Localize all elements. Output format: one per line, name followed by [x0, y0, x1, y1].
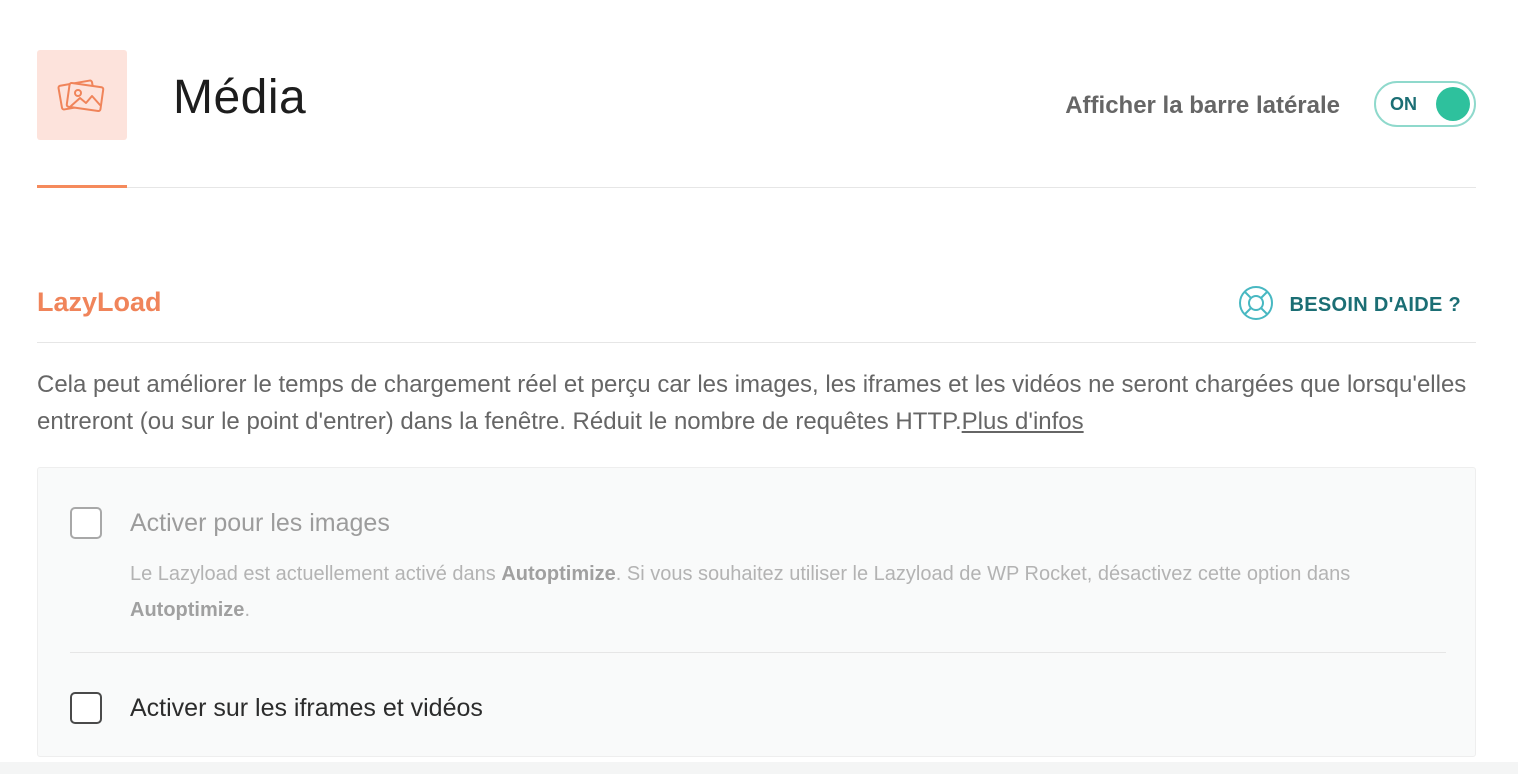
images-option-label: Activer pour les images — [130, 509, 390, 537]
bottom-band — [0, 762, 1518, 774]
page-header: Média Afficher la barre latérale ON — [37, 50, 1476, 188]
media-images-icon — [37, 50, 127, 140]
options-divider — [70, 652, 1446, 653]
sidebar-toggle[interactable]: ON — [1374, 81, 1476, 127]
toggle-knob — [1436, 87, 1470, 121]
section-divider — [37, 342, 1476, 343]
lifebuoy-icon — [1238, 285, 1274, 326]
help-link[interactable]: BESOIN D'AIDE ? — [1238, 285, 1462, 326]
images-option-note: Le Lazyload est actuellement activé dans… — [130, 556, 1430, 628]
more-info-link[interactable]: Plus d'infos — [962, 408, 1084, 435]
images-checkbox[interactable] — [70, 507, 102, 539]
settings-page: Média Afficher la barre latérale ON Lazy… — [0, 0, 1518, 774]
header-divider — [37, 187, 1476, 188]
lazyload-options-panel: Activer pour les images Le Lazyload est … — [37, 467, 1476, 757]
description-text: Cela peut améliorer le temps de chargeme… — [37, 371, 1467, 435]
page-title: Média — [173, 71, 307, 124]
sidebar-toggle-label: Afficher la barre latérale — [1065, 92, 1340, 119]
help-label: BESOIN D'AIDE ? — [1289, 294, 1461, 316]
iframes-videos-checkbox[interactable] — [70, 692, 102, 724]
note-text: Le Lazyload est actuellement activé dans — [130, 563, 502, 585]
header-accent-underline — [37, 185, 127, 188]
section-title: LazyLoad — [37, 287, 162, 317]
section-description: Cela peut améliorer le temps de chargeme… — [37, 366, 1477, 440]
iframes-videos-option-label: Activer sur les iframes et vidéos — [130, 694, 483, 722]
note-plugin-name: Autoptimize — [501, 563, 616, 585]
note-text: . Si vous souhaitez utiliser le Lazyload… — [615, 563, 1351, 585]
note-plugin-name: Autoptimize — [130, 599, 245, 621]
note-text: . — [244, 599, 250, 621]
toggle-state-text: ON — [1390, 94, 1417, 114]
